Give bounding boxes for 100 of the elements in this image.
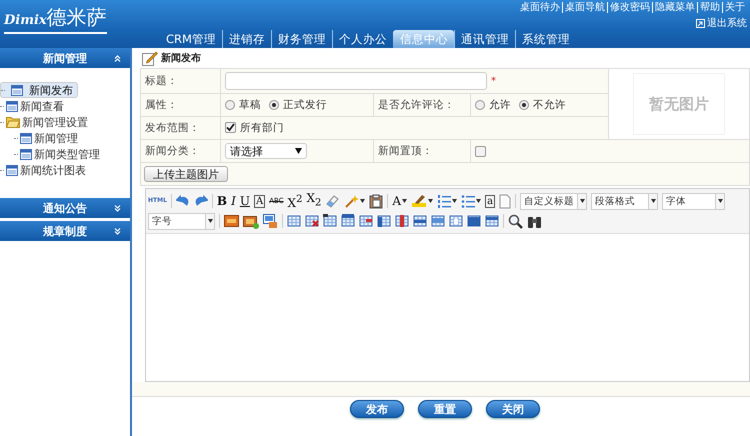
table-icon[interactable] (359, 214, 373, 228)
toolbar-select[interactable]: 字号 (148, 212, 215, 230)
sidebar-section-header[interactable]: 新闻管理 (0, 48, 130, 68)
pin-checkbox[interactable] (475, 146, 486, 157)
format-button[interactable]: U (240, 194, 250, 208)
tree-item[interactable]: 新闻管理设置 (0, 114, 130, 130)
radio-option[interactable]: 正式发行 (269, 98, 327, 112)
title-input[interactable] (225, 72, 487, 90)
format-button[interactable]: X$^{2}$ (288, 192, 302, 210)
image-icon[interactable] (243, 214, 259, 228)
sidebar-section-header[interactable]: 规章制度 (0, 221, 130, 241)
table-icon[interactable] (413, 214, 427, 228)
exit-icon (696, 18, 705, 28)
nav-tab[interactable]: CRM管理 (160, 30, 222, 48)
required-mark: * (491, 76, 496, 87)
field-label: 新闻分类： (145, 145, 200, 157)
field-label: 是否允许评论： (378, 99, 455, 111)
table-icon[interactable] (485, 214, 499, 228)
tree-item[interactable]: 新闻查看 (0, 98, 130, 114)
action-button[interactable]: 重置 (418, 400, 472, 418)
paste-icon[interactable] (369, 194, 384, 208)
field-label: 属性： (145, 99, 178, 111)
format-button[interactable]: A (254, 194, 266, 208)
table-icon[interactable] (341, 214, 355, 228)
table-icon[interactable] (467, 214, 481, 228)
page-icon (20, 132, 32, 144)
check-icon (226, 123, 235, 132)
page-icon[interactable] (499, 194, 512, 208)
top-link[interactable]: 修改密码 (607, 2, 652, 13)
table-icon[interactable] (305, 214, 319, 228)
logout-link[interactable]: 退出系统 (696, 16, 747, 30)
nav-tab[interactable]: 财务管理 (270, 30, 332, 48)
redo-icon[interactable] (194, 194, 208, 208)
top-link[interactable]: 关于 (722, 2, 747, 13)
top-link[interactable]: 隐藏菜单 (652, 2, 697, 13)
table-icon[interactable] (377, 214, 391, 228)
section-title: 通知公告 (43, 200, 87, 216)
dropdown-arrow-icon[interactable] (718, 199, 723, 203)
format-button[interactable]: a (485, 194, 496, 208)
field-label: 标题： (145, 75, 178, 87)
caret-icon[interactable] (476, 199, 482, 203)
section-title: 新闻管理 (43, 50, 87, 66)
radio-option[interactable]: 草稿 (225, 98, 261, 112)
radio-option[interactable]: 允许 (475, 98, 511, 112)
logo: Dimix德米萨 (4, 4, 107, 34)
field-label: 新闻置顶： (378, 145, 433, 157)
page-title: 新闻发布 (161, 51, 201, 65)
toolbar-select[interactable]: 字体 (662, 192, 726, 210)
table-icon[interactable] (431, 214, 445, 228)
eraser-icon[interactable] (325, 194, 340, 208)
action-button[interactable]: 关闭 (486, 400, 540, 418)
caret-icon[interactable] (402, 199, 408, 203)
page-icon (11, 84, 23, 96)
action-button[interactable]: 发布 (350, 400, 404, 418)
nav-tab[interactable]: 系统管理 (514, 30, 576, 48)
toolbar-select[interactable]: 段落格式 (591, 192, 658, 210)
top-link[interactable]: 帮助 (697, 2, 722, 13)
nav-tab[interactable]: 通讯管理 (454, 30, 515, 48)
page-icon (6, 100, 18, 112)
search-icon[interactable] (508, 214, 523, 228)
top-link[interactable]: 桌面导航 (562, 2, 607, 13)
sidebar-section-header[interactable]: 通知公告 (0, 198, 130, 218)
table-icon[interactable] (395, 214, 409, 228)
format-button[interactable]: X$_{2}$ (306, 191, 322, 211)
caret-icon[interactable] (360, 199, 366, 203)
caret-icon[interactable] (452, 199, 458, 203)
section-title: 规章制度 (43, 224, 87, 238)
table-icon[interactable] (323, 214, 337, 228)
format-button[interactable]: B (216, 194, 228, 208)
folder-icon (6, 116, 20, 128)
dropdown-arrow-icon[interactable] (208, 219, 212, 223)
no-image-text: 暂无图片 (649, 95, 709, 113)
image-icon[interactable] (224, 215, 239, 227)
dropdown-arrow-icon[interactable] (580, 199, 585, 203)
screen-image-icon[interactable] (263, 214, 278, 228)
toolbar-select[interactable]: 自定义标题 (520, 192, 588, 210)
table-icon[interactable] (449, 214, 463, 228)
dropdown-arrow-icon[interactable] (650, 199, 656, 203)
numbered-list-icon[interactable] (437, 194, 452, 208)
tree-item[interactable]: 新闻类型管理 (0, 146, 130, 162)
highlighter-icon[interactable] (411, 194, 428, 208)
page-icon (6, 164, 18, 176)
category-select[interactable]: 请选择 (225, 143, 307, 159)
field-label: 发布范围： (145, 122, 200, 134)
upload-button[interactable]: 上传主题图片 (144, 166, 228, 182)
radio-option[interactable]: 不允许 (519, 98, 566, 112)
tree-item[interactable]: 新闻发布 (0, 82, 78, 98)
tree-item[interactable]: 新闻统计图表 (0, 162, 130, 178)
nav-tab[interactable]: 进销存 (222, 30, 271, 48)
tree-item[interactable]: 新闻管理 (0, 130, 130, 146)
table-icon[interactable] (287, 214, 301, 228)
caret-icon[interactable] (428, 199, 434, 203)
page-icon (20, 148, 32, 160)
undo-icon[interactable] (176, 194, 190, 208)
format-button[interactable]: A (392, 194, 402, 208)
edit-icon (142, 50, 158, 66)
checkbox-option[interactable]: 所有部门 (225, 120, 284, 135)
format-button[interactable]: I (231, 194, 236, 208)
top-link[interactable]: 桌面待办 (518, 2, 562, 13)
bullet-list-icon[interactable] (461, 194, 476, 208)
